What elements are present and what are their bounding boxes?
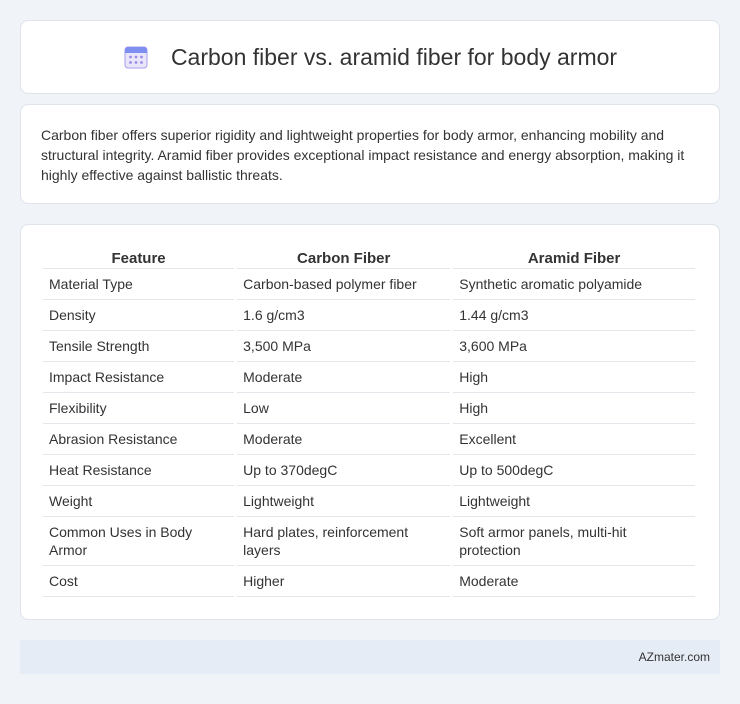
carbon-cell: Carbon-based polymer fiber: [237, 269, 451, 300]
table-row: Abrasion Resistance Moderate Excellent: [43, 424, 695, 455]
feature-cell: Common Uses in Body Armor: [43, 517, 235, 566]
carbon-cell: Low: [237, 393, 451, 424]
footer-site-name: AZmater.com: [638, 650, 710, 664]
carbon-cell: Up to 370degC: [237, 455, 451, 486]
feature-cell: Abrasion Resistance: [43, 424, 235, 455]
aramid-cell: Synthetic aromatic polyamide: [453, 269, 695, 300]
carbon-cell: Moderate: [237, 424, 451, 455]
feature-cell: Flexibility: [43, 393, 235, 424]
feature-cell: Density: [43, 300, 235, 331]
column-header-aramid-fiber: Aramid Fiber: [453, 245, 695, 269]
table-row: Flexibility Low High: [43, 393, 695, 424]
carbon-cell: 3,500 MPa: [237, 331, 451, 362]
feature-cell: Impact Resistance: [43, 362, 235, 393]
aramid-cell: High: [453, 393, 695, 424]
carbon-cell: Hard plates, reinforcement layers: [237, 517, 451, 566]
title-card: Carbon fiber vs. aramid fiber for body a…: [20, 20, 720, 94]
table-row: Tensile Strength 3,500 MPa 3,600 MPa: [43, 331, 695, 362]
table-row: Common Uses in Body Armor Hard plates, r…: [43, 517, 695, 566]
aramid-cell: Up to 500degC: [453, 455, 695, 486]
feature-cell: Cost: [43, 566, 235, 597]
table-row: Weight Lightweight Lightweight: [43, 486, 695, 517]
table-row: Heat Resistance Up to 370degC Up to 500d…: [43, 455, 695, 486]
comparison-card: Feature Carbon Fiber Aramid Fiber Materi…: [20, 224, 720, 620]
aramid-cell: Lightweight: [453, 486, 695, 517]
aramid-cell: Moderate: [453, 566, 695, 597]
feature-cell: Heat Resistance: [43, 455, 235, 486]
table-row: Impact Resistance Moderate High: [43, 362, 695, 393]
intro-card: Carbon fiber offers superior rigidity an…: [20, 104, 720, 204]
table-row: Cost Higher Moderate: [43, 566, 695, 597]
footer: AZmater.com: [20, 640, 720, 674]
table-row: Density 1.6 g/cm3 1.44 g/cm3: [43, 300, 695, 331]
intro-text: Carbon fiber offers superior rigidity an…: [41, 127, 685, 183]
page-title: Carbon fiber vs. aramid fiber for body a…: [170, 43, 618, 70]
column-header-carbon-fiber: Carbon Fiber: [237, 245, 451, 269]
carbon-cell: Lightweight: [237, 486, 451, 517]
carbon-cell: 1.6 g/cm3: [237, 300, 451, 331]
feature-cell: Tensile Strength: [43, 331, 235, 362]
comparison-table: Feature Carbon Fiber Aramid Fiber Materi…: [40, 245, 698, 597]
aramid-cell: Excellent: [453, 424, 695, 455]
column-header-feature: Feature: [43, 245, 235, 269]
carbon-cell: Higher: [237, 566, 451, 597]
table-header-row: Feature Carbon Fiber Aramid Fiber: [43, 245, 695, 269]
aramid-cell: High: [453, 362, 695, 393]
aramid-cell: 1.44 g/cm3: [453, 300, 695, 331]
table-row: Material Type Carbon-based polymer fiber…: [43, 269, 695, 300]
calendar-icon: [124, 46, 148, 69]
aramid-cell: 3,600 MPa: [453, 331, 695, 362]
aramid-cell: Soft armor panels, multi-hit protection: [453, 517, 695, 566]
feature-cell: Material Type: [43, 269, 235, 300]
carbon-cell: Moderate: [237, 362, 451, 393]
feature-cell: Weight: [43, 486, 235, 517]
